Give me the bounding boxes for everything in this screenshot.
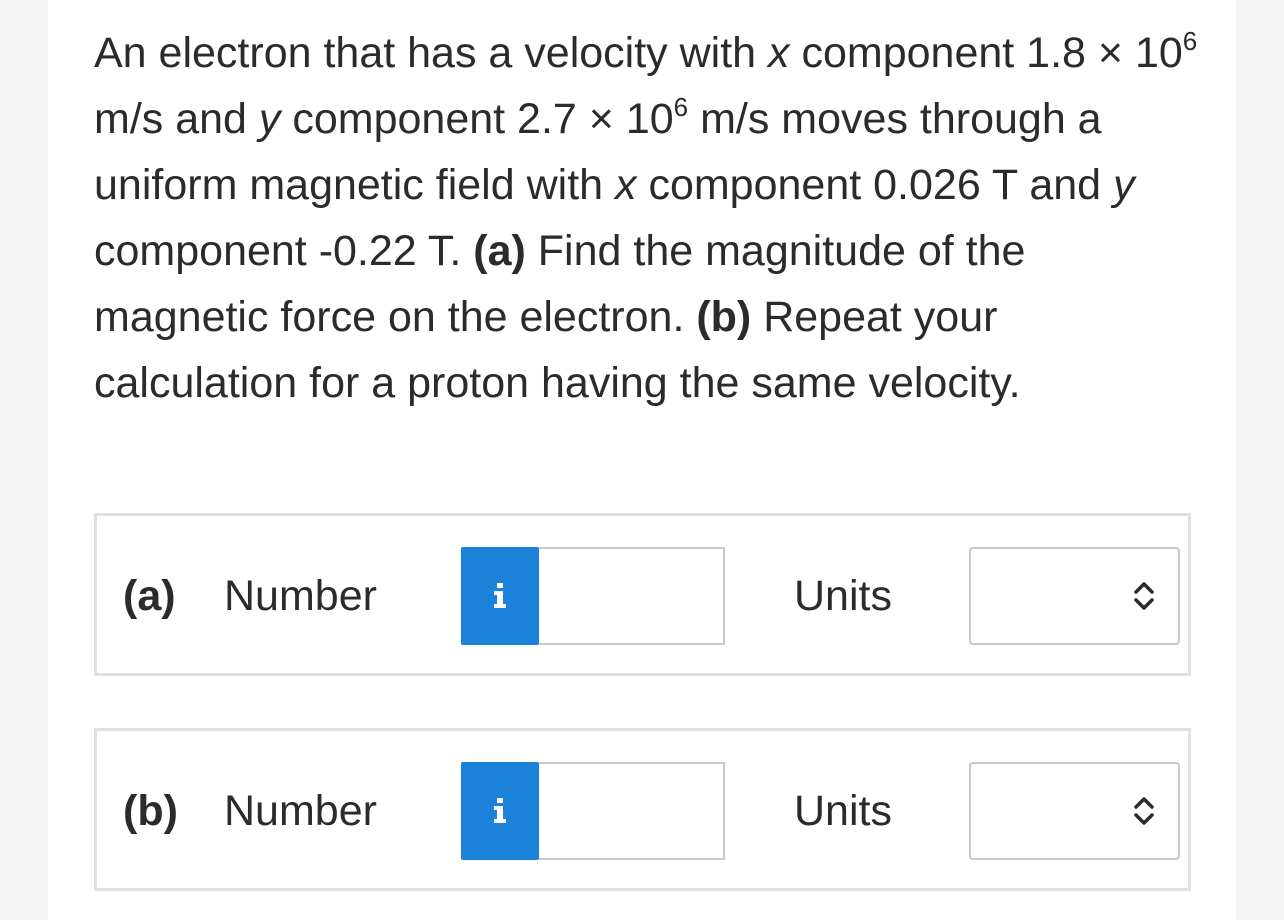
answer-row-b: (b) Number Units bbox=[94, 728, 1191, 891]
units-select[interactable] bbox=[969, 762, 1180, 860]
info-icon bbox=[494, 798, 506, 823]
number-label: Number bbox=[224, 572, 377, 620]
units-label: Units bbox=[794, 787, 892, 835]
question-page: An electron that has a velocity with x c… bbox=[48, 0, 1236, 920]
answer-row-a: (a) Number Units bbox=[94, 513, 1191, 676]
number-input[interactable] bbox=[539, 547, 725, 645]
part-label: (a) bbox=[123, 572, 176, 620]
info-button[interactable] bbox=[461, 547, 539, 645]
up-down-chevron-icon bbox=[1134, 797, 1154, 825]
question-text: An electron that has a velocity with x c… bbox=[94, 25, 1198, 407]
part-label: (b) bbox=[123, 787, 178, 835]
units-label: Units bbox=[794, 572, 892, 620]
number-input[interactable] bbox=[539, 762, 725, 860]
units-select[interactable] bbox=[969, 547, 1180, 645]
info-icon bbox=[494, 583, 506, 608]
up-down-chevron-icon bbox=[1134, 582, 1154, 610]
number-label: Number bbox=[224, 787, 377, 835]
info-button[interactable] bbox=[461, 762, 539, 860]
